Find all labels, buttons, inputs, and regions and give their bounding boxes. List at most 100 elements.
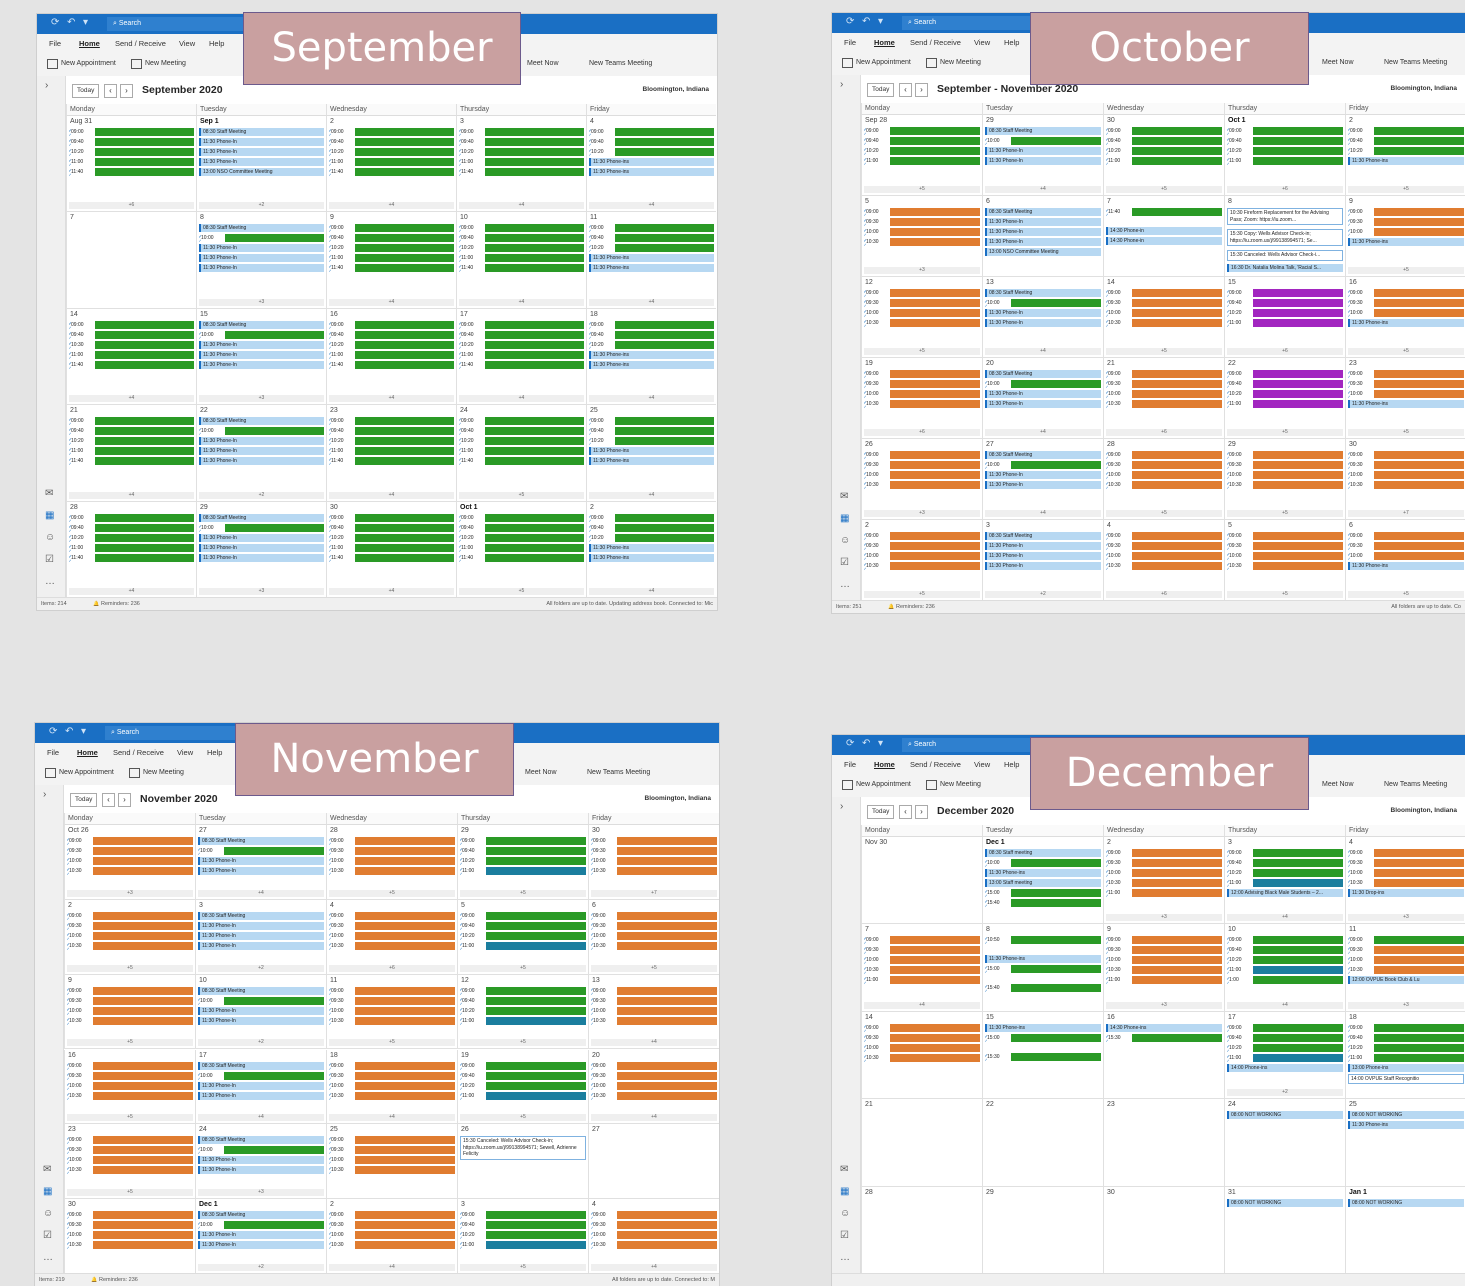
menu-view[interactable]: View xyxy=(177,748,193,757)
more-events-indicator[interactable]: +5 xyxy=(67,1189,193,1197)
calendar-event[interactable]: 09:00 xyxy=(67,1211,193,1220)
calendar-event[interactable]: 11:00 xyxy=(864,976,980,985)
calendar-event[interactable]: 11:30 Drop-ins xyxy=(1348,889,1464,897)
day-cell[interactable]: 7 xyxy=(66,212,196,309)
calendar-event[interactable]: 09:40 xyxy=(329,523,454,532)
calendar-event[interactable]: 09:00 xyxy=(864,127,980,135)
calendar-event[interactable]: 09:00 xyxy=(1106,849,1222,857)
calendar-event[interactable]: 11:40 xyxy=(329,168,454,176)
menu-file[interactable]: File xyxy=(49,39,61,48)
calendar-event[interactable]: 10:30 xyxy=(329,1016,455,1025)
calendar-event[interactable]: 09:30 xyxy=(1348,542,1464,550)
calendar-event[interactable]: 11:30 Phone-In xyxy=(985,471,1101,479)
calendar-event[interactable]: 09:30 xyxy=(1348,218,1464,226)
people-icon[interactable]: ☺ xyxy=(43,1208,53,1219)
calendar-event[interactable]: 09:00 xyxy=(329,837,455,845)
more-events-indicator[interactable]: +4 xyxy=(589,298,714,306)
calendar-event[interactable]: 10:00 xyxy=(985,461,1101,469)
calendar-event[interactable]: 09:30 xyxy=(67,996,193,1005)
calendar-event[interactable]: 11:30 Phone-In xyxy=(199,254,324,263)
day-cell[interactable]: 2 09:00 09:30 10:00 10:30 11:00 +3 xyxy=(1103,837,1224,925)
day-cell[interactable]: 28 xyxy=(861,1186,982,1274)
calendar-event[interactable]: 10:30 xyxy=(1227,562,1343,570)
calendar-event[interactable]: 10:30 xyxy=(591,1241,717,1250)
calendar-event[interactable]: 10:20 xyxy=(459,148,584,156)
more-events-indicator[interactable]: +5 xyxy=(1227,429,1343,436)
day-cell[interactable]: 24 08:30 Staff Meeting 10:00 11:30 Phone-In… xyxy=(195,1124,326,1200)
day-cell[interactable]: Oct 26 09:00 09:30 10:00 10:30 +3 xyxy=(64,825,195,900)
new-appointment-button[interactable]: New Appointment xyxy=(59,769,114,776)
meet-now-button[interactable]: Meet Now xyxy=(525,769,557,776)
calendar-event[interactable]: 09:30 xyxy=(67,1221,193,1230)
day-cell[interactable]: 19 09:00 09:30 10:00 10:30 +6 xyxy=(861,358,982,439)
more-events-indicator[interactable]: +5 xyxy=(1348,429,1464,436)
more-icon[interactable]: … xyxy=(840,579,850,590)
tasks-icon[interactable]: ☑ xyxy=(43,1230,52,1241)
calendar-event[interactable]: 09:30 xyxy=(329,921,455,930)
day-cell[interactable]: 5 09:00 09:30 10:00 10:30 +3 xyxy=(861,196,982,277)
calendar-event[interactable]: 09:40 xyxy=(460,996,586,1005)
more-events-indicator[interactable]: +3 xyxy=(864,510,980,517)
day-cell[interactable]: 24 09:00 09:40 10:20 11:00 11:40 +5 xyxy=(456,405,586,502)
calendar-event[interactable]: 10:30 xyxy=(1348,481,1464,489)
more-events-indicator[interactable]: +7 xyxy=(1348,510,1464,517)
calendar-event[interactable]: 09:00 xyxy=(460,1211,586,1220)
menu-send-receive[interactable]: Send / Receive xyxy=(113,748,164,757)
day-cell[interactable]: 16 09:00 09:30 10:00 11:30 Phone-ins +5 xyxy=(1345,277,1465,358)
calendar-event[interactable]: 09:00 xyxy=(589,417,714,426)
day-cell[interactable]: 2 09:00 09:30 10:00 10:30 +5 xyxy=(861,520,982,601)
calendar-event[interactable]: 11:30 Phone-ins xyxy=(589,254,714,263)
day-cell[interactable]: 28 09:00 09:30 10:00 10:30 +5 xyxy=(326,825,457,900)
calendar-event[interactable]: 10:20 xyxy=(329,244,454,253)
day-cell[interactable]: 19 09:00 09:40 10:20 11:00 +5 xyxy=(457,1049,588,1125)
menu-help[interactable]: Help xyxy=(1004,760,1019,769)
more-events-indicator[interactable]: +4 xyxy=(69,587,194,595)
calendar-event[interactable]: 10:20 xyxy=(329,437,454,446)
calendar-event[interactable]: 11:30 Phone-In xyxy=(199,553,324,562)
reminders-count[interactable]: Reminders: 236 xyxy=(99,1277,138,1283)
calendar-event[interactable]: 11:40 xyxy=(329,264,454,273)
more-icon[interactable]: … xyxy=(840,1252,850,1263)
calendar-event[interactable]: 10:00 xyxy=(1348,869,1464,877)
calendar-event[interactable]: 10:00 xyxy=(1348,552,1464,560)
calendar-event[interactable]: 11:40 xyxy=(69,168,194,176)
previous-month-button[interactable]: ‹ xyxy=(899,805,912,819)
calendar-event[interactable]: 10:30 xyxy=(67,867,193,875)
mail-icon[interactable]: ✉ xyxy=(43,1164,51,1175)
calendar-event[interactable]: 09:00 xyxy=(864,370,980,378)
calendar-event[interactable]: 11:00 xyxy=(459,254,584,263)
day-cell[interactable]: 22 09:00 09:40 10:20 11:00 +5 xyxy=(1224,358,1345,439)
calendar-event[interactable]: 11:00 xyxy=(329,158,454,166)
calendar-event[interactable]: 09:30 xyxy=(864,1033,980,1042)
calendar-event[interactable]: 09:00 xyxy=(591,986,717,995)
calendar-event[interactable]: 11:30 Phone-In xyxy=(199,457,324,466)
calendar-event[interactable]: 10:00 xyxy=(198,996,324,1005)
calendar-event[interactable]: 11:30 Phone-In xyxy=(985,390,1101,398)
calendar-event[interactable]: 10:00 xyxy=(985,137,1101,145)
more-events-indicator[interactable]: +5 xyxy=(864,186,980,193)
more-events-indicator[interactable]: +5 xyxy=(1227,591,1343,598)
calendar-event[interactable]: 10:20 xyxy=(69,437,194,446)
calendar-event[interactable]: 10:00 xyxy=(864,956,980,965)
day-cell[interactable]: 8 10:50 11:30 Phone-ins 15:00 15:40 xyxy=(982,924,1103,1012)
day-cell[interactable]: 21 09:00 09:30 10:00 10:30 +6 xyxy=(1103,358,1224,439)
calendar-event[interactable]: 10:30 xyxy=(864,1053,980,1062)
calendar-event[interactable]: 10:30 Fireform Replacement for the Advis… xyxy=(1227,208,1343,225)
calendar-event[interactable]: 09:40 xyxy=(460,1071,586,1080)
calendar-event[interactable]: 10:20 xyxy=(459,437,584,446)
calendar-event[interactable]: 09:40 xyxy=(1227,859,1343,867)
new-appointment-button[interactable]: New Appointment xyxy=(61,60,116,67)
mail-icon[interactable]: ✉ xyxy=(840,491,848,502)
day-cell[interactable]: 22 08:30 Staff Meeting 10:00 11:30 Phone-In… xyxy=(196,405,326,502)
calendar-event[interactable]: 11:00 xyxy=(329,350,454,359)
day-cell[interactable]: 27 08:30 Staff Meeting 10:00 11:30 Phone-In… xyxy=(195,825,326,900)
calendar-event[interactable]: 11:40 xyxy=(459,360,584,369)
calendar-event[interactable]: 11:00 xyxy=(1227,319,1343,327)
more-events-indicator[interactable]: +2 xyxy=(985,591,1101,598)
more-events-indicator[interactable]: +5 xyxy=(1106,348,1222,355)
calendar-event[interactable]: 15:30 xyxy=(1106,1033,1222,1042)
calendar-event[interactable]: 10:00 xyxy=(329,1081,455,1090)
calendar-event[interactable]: 10:00 xyxy=(591,857,717,865)
calendar-event[interactable]: 11:40 xyxy=(459,553,584,562)
day-cell[interactable]: 18 09:00 09:40 10:20 11:00 13:00 Phone-ins 14:… xyxy=(1345,1011,1465,1100)
